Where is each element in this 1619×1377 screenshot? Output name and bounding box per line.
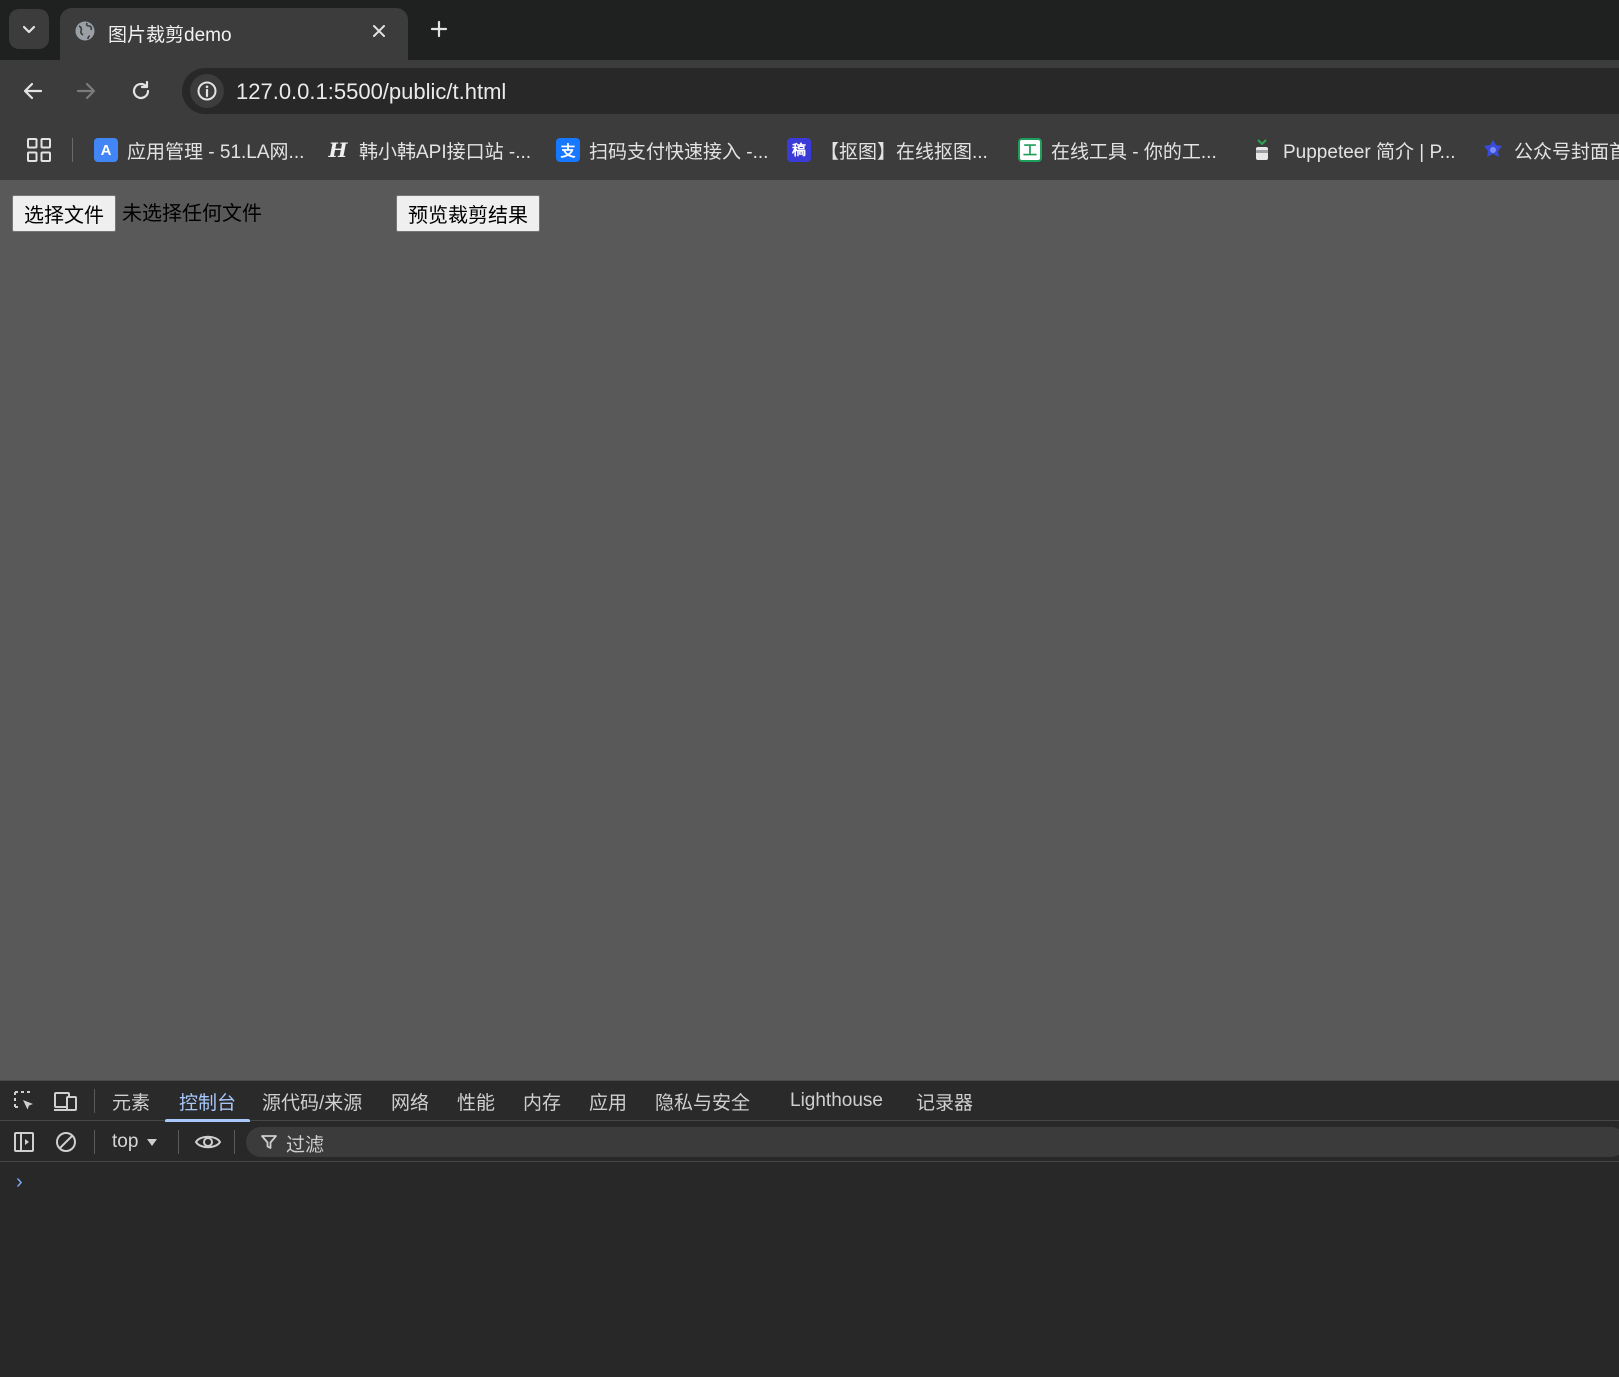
new-tab-button[interactable] bbox=[424, 14, 454, 44]
bookmark-label: Puppeteer 简介 | P... bbox=[1283, 141, 1456, 163]
arrow-right-icon bbox=[76, 82, 96, 100]
devtools-panel: 元素 控制台 源代码/来源 网络 性能 内存 应用 隐私与安全 Lighthou… bbox=[0, 1080, 1619, 1377]
bookmark-koutu[interactable]: 稿 【抠图】在线抠图... bbox=[787, 134, 988, 166]
tab-memory[interactable]: 内存 bbox=[523, 1081, 561, 1121]
bookmark-alipay[interactable]: 支 扫码支付快速接入 -... bbox=[556, 134, 768, 166]
inspect-element-button[interactable] bbox=[11, 1088, 37, 1114]
filter-placeholder: 过滤 bbox=[286, 1135, 325, 1156]
tab-sources[interactable]: 源代码/来源 bbox=[262, 1081, 362, 1121]
back-button[interactable] bbox=[16, 74, 50, 108]
bookmark-cover[interactable]: 公众号封面首 bbox=[1481, 134, 1619, 166]
console-toolbar: top 过滤 bbox=[0, 1122, 1619, 1162]
inspect-icon bbox=[14, 1091, 33, 1110]
filter-icon bbox=[261, 1135, 277, 1149]
tab-search-button[interactable] bbox=[9, 9, 49, 49]
tab-performance[interactable]: 性能 bbox=[457, 1081, 495, 1121]
console-filter-input[interactable]: 过滤 bbox=[246, 1127, 1619, 1157]
arrow-left-icon bbox=[23, 82, 43, 100]
bookmark-label: 公众号封面首 bbox=[1514, 141, 1619, 163]
forward-button[interactable] bbox=[69, 74, 103, 108]
cover-icon bbox=[1481, 138, 1505, 162]
context-selector[interactable]: top bbox=[112, 1129, 158, 1155]
bookmark-label: 【抠图】在线抠图... bbox=[820, 141, 988, 163]
file-status-text: 未选择任何文件 bbox=[122, 201, 262, 225]
device-icon bbox=[54, 1092, 77, 1111]
bookmark-label: 应用管理 - 51.LA网... bbox=[127, 141, 305, 163]
tab-lighthouse[interactable]: Lighthouse bbox=[790, 1081, 883, 1121]
hanxiaohan-icon: H bbox=[328, 138, 348, 162]
tab-strip: 图片裁剪demo bbox=[0, 0, 1619, 60]
choose-file-button[interactable]: 选择文件 bbox=[12, 195, 116, 232]
tab-close-button[interactable] bbox=[366, 18, 392, 44]
alipay-icon: 支 bbox=[556, 138, 580, 162]
url-text: 127.0.0.1:5500/public/t.html bbox=[236, 79, 507, 104]
reload-button[interactable] bbox=[124, 74, 158, 108]
active-tab[interactable]: 图片裁剪demo bbox=[60, 8, 408, 60]
tab-network[interactable]: 网络 bbox=[391, 1081, 429, 1121]
reload-icon bbox=[132, 80, 150, 100]
live-expression-button[interactable] bbox=[193, 1129, 223, 1155]
tab-console[interactable]: 控制台 bbox=[164, 1081, 251, 1122]
bookmarks-separator bbox=[72, 138, 73, 162]
tab-recorder[interactable]: 记录器 bbox=[916, 1081, 973, 1121]
bookmark-label: 扫码支付快速接入 -... bbox=[589, 141, 769, 163]
context-value: top bbox=[112, 1131, 139, 1152]
device-toolbar-button[interactable] bbox=[53, 1088, 79, 1114]
caret-down-icon bbox=[147, 1139, 158, 1146]
koutu-icon: 稿 bbox=[787, 138, 811, 162]
preview-crop-button[interactable]: 预览裁剪结果 bbox=[396, 195, 540, 232]
info-icon bbox=[197, 81, 217, 101]
globe-icon bbox=[75, 21, 95, 41]
bookmark-tools[interactable]: 工 在线工具 - 你的工... bbox=[1018, 134, 1217, 166]
puppeteer-icon bbox=[1250, 138, 1274, 162]
devtools-separator bbox=[94, 1089, 95, 1113]
tab-elements[interactable]: 元素 bbox=[112, 1081, 150, 1121]
bookmark-label: 韩小韩API接口站 -... bbox=[359, 141, 532, 163]
eye-icon bbox=[194, 1135, 222, 1149]
block-icon bbox=[56, 1132, 76, 1152]
site-info-button[interactable] bbox=[190, 74, 224, 108]
plus-icon bbox=[430, 20, 448, 38]
page-viewport: 选择文件 未选择任何文件 预览裁剪结果 bbox=[0, 180, 1619, 1080]
bookmark-puppeteer[interactable]: Puppeteer 简介 | P... bbox=[1250, 134, 1456, 166]
toggle-sidebar-button[interactable] bbox=[11, 1129, 37, 1155]
clear-console-button[interactable] bbox=[53, 1129, 79, 1155]
console-separator bbox=[178, 1130, 179, 1154]
console-separator bbox=[94, 1130, 95, 1154]
apps-grid-icon[interactable] bbox=[26, 137, 52, 163]
bookmark-51la[interactable]: A 应用管理 - 51.LA网... bbox=[94, 134, 304, 166]
sidebar-icon bbox=[14, 1132, 34, 1152]
bookmark-label: 在线工具 - 你的工... bbox=[1051, 141, 1217, 163]
devtools-tabbar: 元素 控制台 源代码/来源 网络 性能 内存 应用 隐私与安全 Lighthou… bbox=[0, 1081, 1619, 1122]
tab-privacy-security[interactable]: 隐私与安全 bbox=[655, 1081, 750, 1121]
tools-icon: 工 bbox=[1018, 138, 1042, 162]
chevron-down-icon bbox=[22, 25, 36, 34]
51la-icon: A bbox=[94, 138, 118, 162]
console-separator bbox=[234, 1130, 235, 1154]
tab-application[interactable]: 应用 bbox=[589, 1081, 627, 1121]
bookmark-hanxiaohan[interactable]: H 韩小韩API接口站 -... bbox=[326, 134, 532, 166]
tab-title: 图片裁剪demo bbox=[108, 25, 232, 46]
browser-toolbar: 127.0.0.1:5500/public/t.html bbox=[0, 60, 1619, 120]
bookmarks-bar: A 应用管理 - 51.LA网... H 韩小韩API接口站 -... 支 扫码… bbox=[0, 120, 1619, 180]
address-bar[interactable]: 127.0.0.1:5500/public/t.html bbox=[182, 68, 1619, 114]
close-icon bbox=[373, 25, 385, 37]
console-prompt[interactable]: › bbox=[16, 1171, 23, 1194]
